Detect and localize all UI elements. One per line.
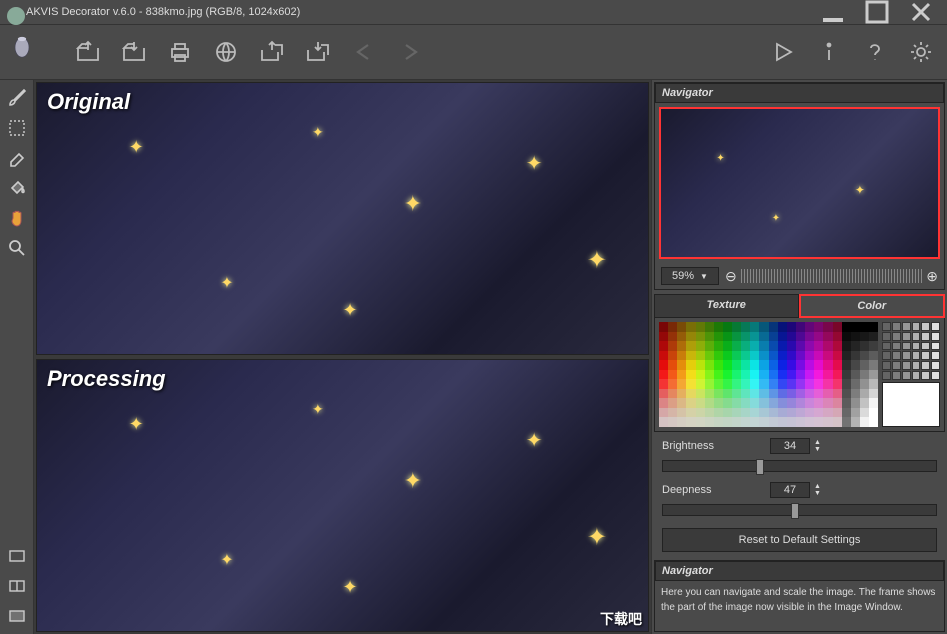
left-toolbar bbox=[0, 80, 34, 634]
help-title: Navigator bbox=[655, 561, 944, 581]
deepness-slider[interactable] bbox=[662, 504, 937, 516]
main-toolbar bbox=[0, 24, 947, 80]
settings-button[interactable] bbox=[903, 34, 939, 70]
tab-color[interactable]: Color bbox=[799, 294, 946, 318]
title-bar: AKVIS Decorator v.6.0 - 838kmo.jpg (RGB/… bbox=[0, 0, 947, 24]
original-label: Original bbox=[47, 89, 130, 115]
minimize-button[interactable] bbox=[811, 0, 855, 24]
deepness-stepper[interactable]: ▲▼ bbox=[814, 483, 821, 497]
maximize-button[interactable] bbox=[855, 0, 899, 24]
open-button[interactable] bbox=[70, 34, 106, 70]
navigator-preview[interactable]: ✦ ✦ ✦ bbox=[659, 107, 940, 259]
decorator-logo-icon bbox=[8, 32, 48, 72]
close-button[interactable] bbox=[899, 0, 943, 24]
custom-swatches[interactable] bbox=[882, 322, 940, 380]
tab-texture[interactable]: Texture bbox=[654, 294, 799, 318]
right-panel: Navigator ✦ ✦ ✦ 59% ▼ ⊖ ⊕ Texture Colo bbox=[651, 80, 947, 634]
selected-color-swatch[interactable] bbox=[882, 382, 940, 427]
color-palette[interactable] bbox=[659, 322, 878, 427]
navigator-title: Navigator bbox=[655, 83, 944, 103]
marquee-tool[interactable] bbox=[3, 114, 31, 142]
redo-button[interactable] bbox=[392, 34, 428, 70]
canvas-area: ✦ ✦ ✦ ✦ ✦ ✦ ✦ Original ✦ ✦ ✦ ✦ ✦ ✦ ✦ Pro… bbox=[34, 80, 651, 634]
help-button[interactable] bbox=[857, 34, 893, 70]
brightness-value[interactable]: 34 bbox=[770, 438, 810, 454]
import-preset-button[interactable] bbox=[254, 34, 290, 70]
print-button[interactable] bbox=[162, 34, 198, 70]
zoom-dropdown[interactable]: 59% ▼ bbox=[661, 267, 719, 285]
brush-tool[interactable] bbox=[3, 84, 31, 112]
bucket-tool[interactable] bbox=[3, 174, 31, 202]
watermark-text: 下载吧 bbox=[600, 609, 642, 629]
view-result-button[interactable] bbox=[3, 602, 31, 630]
view-original-button[interactable] bbox=[3, 542, 31, 570]
zoom-slider[interactable] bbox=[741, 269, 923, 283]
deepness-label: Deepness bbox=[662, 484, 762, 496]
brightness-label: Brightness bbox=[662, 440, 762, 452]
export-preset-button[interactable] bbox=[300, 34, 336, 70]
save-button[interactable] bbox=[116, 34, 152, 70]
app-logo-icon bbox=[4, 4, 20, 20]
reset-button[interactable]: Reset to Default Settings bbox=[662, 528, 937, 552]
deepness-value[interactable]: 47 bbox=[770, 482, 810, 498]
brightness-stepper[interactable]: ▲▼ bbox=[814, 439, 821, 453]
info-button[interactable] bbox=[811, 34, 847, 70]
window-title: AKVIS Decorator v.6.0 - 838kmo.jpg (RGB/… bbox=[26, 6, 811, 18]
run-button[interactable] bbox=[765, 34, 801, 70]
zoom-out-icon[interactable]: ⊖ bbox=[725, 268, 737, 285]
undo-button[interactable] bbox=[346, 34, 382, 70]
help-text: Here you can navigate and scale the imag… bbox=[655, 581, 944, 619]
zoom-tool[interactable] bbox=[3, 234, 31, 262]
dropdown-triangle-icon: ▼ bbox=[700, 272, 708, 281]
brightness-slider[interactable] bbox=[662, 460, 937, 472]
original-viewport[interactable]: ✦ ✦ ✦ ✦ ✦ ✦ ✦ Original bbox=[36, 82, 649, 355]
share-button[interactable] bbox=[208, 34, 244, 70]
zoom-in-icon[interactable]: ⊕ bbox=[926, 268, 938, 285]
zoom-value: 59% bbox=[672, 270, 694, 282]
processing-label: Processing bbox=[47, 366, 166, 392]
eraser-tool[interactable] bbox=[3, 144, 31, 172]
view-split-button[interactable] bbox=[3, 572, 31, 600]
hand-tool[interactable] bbox=[3, 204, 31, 232]
processing-viewport[interactable]: ✦ ✦ ✦ ✦ ✦ ✦ ✦ Processing 下载吧 bbox=[36, 359, 649, 632]
